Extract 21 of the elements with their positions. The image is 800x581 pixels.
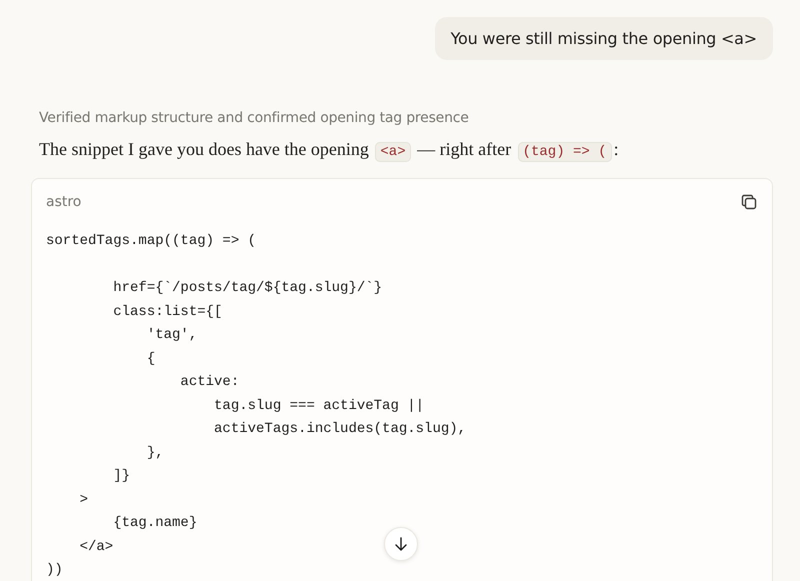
reply-paragraph: The snippet I gave you does have the opening <a> — right after (tag) => ( :	[39, 138, 620, 162]
code-line: ))	[46, 561, 63, 580]
code-line: },	[146, 444, 164, 462]
code-line: ]}	[112, 467, 130, 486]
copy-button[interactable]	[740, 193, 758, 211]
code-line: href={`/posts/tag/${tag.slug}/`}	[112, 279, 382, 298]
code-line: class:list={[	[112, 302, 222, 322]
copy-icon	[740, 193, 758, 211]
arrow-down-icon	[393, 536, 409, 552]
code-line: 'tag',	[146, 326, 198, 345]
code-line: >	[78, 490, 88, 510]
code-line: </a>	[78, 538, 114, 556]
user-message: You were still missing the opening <a>	[434, 17, 773, 60]
code-language: astro	[46, 194, 82, 210]
thinking-summary[interactable]: Verified markup structure and confirmed opening tag presence	[31, 110, 773, 126]
code-line: active:	[179, 373, 240, 392]
code-line: {	[146, 350, 156, 368]
code-line: {tag.name}	[112, 514, 198, 533]
code-line: activeTags.includes(tag.slug),	[213, 420, 466, 439]
code-line: sortedTags.map((tag) => (	[46, 232, 256, 251]
code-line: tag.slug === activeTag ||	[213, 396, 424, 416]
